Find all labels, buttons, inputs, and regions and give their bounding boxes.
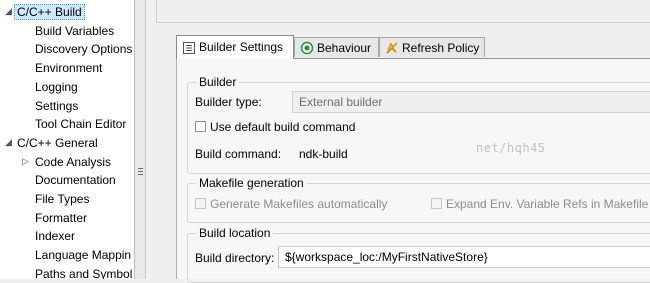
sidebar-item-paths-and-symbol[interactable]: Paths and Symbol (35, 265, 132, 279)
expanded-arrow-icon[interactable]: ◢ (4, 137, 13, 147)
sidebar-item-label: Indexer (35, 229, 76, 244)
build-location-group: Build location Build directory: ${worksp… (187, 226, 650, 283)
use-default-checkbox-box[interactable] (195, 121, 206, 132)
sidebar-item-c-c-build[interactable]: ◢ C/C++ Build (5, 3, 85, 21)
properties-page: Builder Settings Behaviour Refresh Polic… (146, 0, 650, 283)
sidebar-item-tool-chain-editor[interactable]: Tool Chain Editor (35, 115, 126, 133)
builder-type-field[interactable]: External builder (292, 91, 650, 113)
expand-env-refs-checkbox-box[interactable] (431, 198, 442, 209)
sidebar-item-language-mappin[interactable]: Language Mappin (35, 246, 131, 264)
sidebar-item-file-types[interactable]: File Types (35, 190, 89, 208)
sidebar-item-documentation[interactable]: Documentation (35, 171, 116, 189)
sidebar-item-label: Code Analysis (35, 154, 112, 169)
behaviour-icon (300, 41, 314, 55)
sidebar-item-discovery-options[interactable]: Discovery Options (35, 40, 132, 58)
generate-makefiles-checkbox-box[interactable] (195, 198, 206, 209)
sidebar-item-label: Language Mappin (35, 248, 132, 263)
build-command-input[interactable]: ndk-build (292, 143, 650, 165)
builder-group-title: Builder (196, 75, 240, 89)
sidebar-item-settings[interactable]: Settings (35, 97, 78, 115)
sidebar-sash[interactable] (134, 0, 146, 279)
tab-behaviour[interactable]: Behaviour (294, 37, 379, 57)
makefile-generation-group: Makefile generation Generate Makefiles a… (187, 176, 650, 223)
watermark-text: net/hqh45 (476, 141, 546, 155)
build-location-group-title: Build location (196, 226, 274, 240)
sidebar-item-c-c-general[interactable]: ◢ C/C++ General (5, 134, 98, 152)
use-default-checkbox-label: Use default build command (210, 120, 356, 134)
build-directory-input[interactable]: ${workspace_loc:/MyFirstNativeStore} (278, 246, 650, 268)
sidebar-item-build-variables[interactable]: Build Variables (35, 22, 114, 40)
expanded-arrow-icon[interactable]: ◢ (4, 7, 13, 16)
sidebar-item-label: Logging (35, 79, 78, 94)
builder-group: Builder Builder type: External builder U… (187, 75, 650, 174)
build-command-label: Build command: (195, 147, 282, 161)
sidebar-item-label: C/C++ Build (14, 4, 85, 20)
makefile-group-title: Makefile generation (196, 176, 307, 190)
tab-refresh-policy[interactable]: Refresh Policy (379, 37, 485, 57)
sidebar-item-label: Documentation (35, 173, 116, 188)
builder-type-label: Builder type: (195, 95, 262, 109)
builder-settings-icon (183, 42, 195, 54)
sidebar-item-environment[interactable]: Environment (35, 59, 102, 77)
generate-makefiles-label: Generate Makefiles automatically (210, 197, 388, 211)
refresh-policy-icon (386, 42, 398, 54)
tab-builder-settings-label: Builder Settings (199, 40, 284, 54)
tab-refresh-policy-label: Refresh Policy (402, 41, 480, 55)
expand-env-refs-label: Expand Env. Variable Refs in Makefile (446, 197, 649, 211)
sash-grip-icon (138, 168, 143, 175)
sidebar-item-label: File Types (35, 192, 90, 206)
sidebar-item-label: Discovery Options (35, 42, 133, 57)
sidebar-item-label: Tool Chain Editor (35, 117, 127, 132)
collapsed-arrow-icon[interactable]: ▷ (21, 156, 30, 166)
sidebar-item-logging[interactable]: Logging (35, 78, 78, 96)
sidebar-item-label: Environment (35, 61, 103, 76)
properties-tree[interactable]: ◢ C/C++ Build Build Variables Discovery Opt… (0, 0, 134, 279)
sidebar-item-label: C/C++ General (17, 135, 98, 150)
sidebar-item-label: Settings (35, 98, 79, 113)
tab-behaviour-label: Behaviour (317, 41, 372, 55)
sidebar-item-formatter[interactable]: Formatter (35, 209, 87, 227)
tab-builder-settings[interactable]: Builder Settings (176, 35, 294, 59)
sidebar-item-indexer[interactable]: Indexer (35, 227, 75, 245)
builder-settings-panel: Builder Builder type: External builder U… (176, 58, 650, 283)
build-directory-label: Build directory: (195, 251, 275, 265)
sidebar-item-code-analysis[interactable]: ▷ Code Analysis (22, 153, 112, 171)
sidebar-item-label: Build Variables (35, 23, 115, 38)
sidebar-item-label: Paths and Symbol (35, 266, 133, 279)
sidebar-item-label: Formatter (35, 210, 88, 225)
header-strip (156, 0, 650, 23)
